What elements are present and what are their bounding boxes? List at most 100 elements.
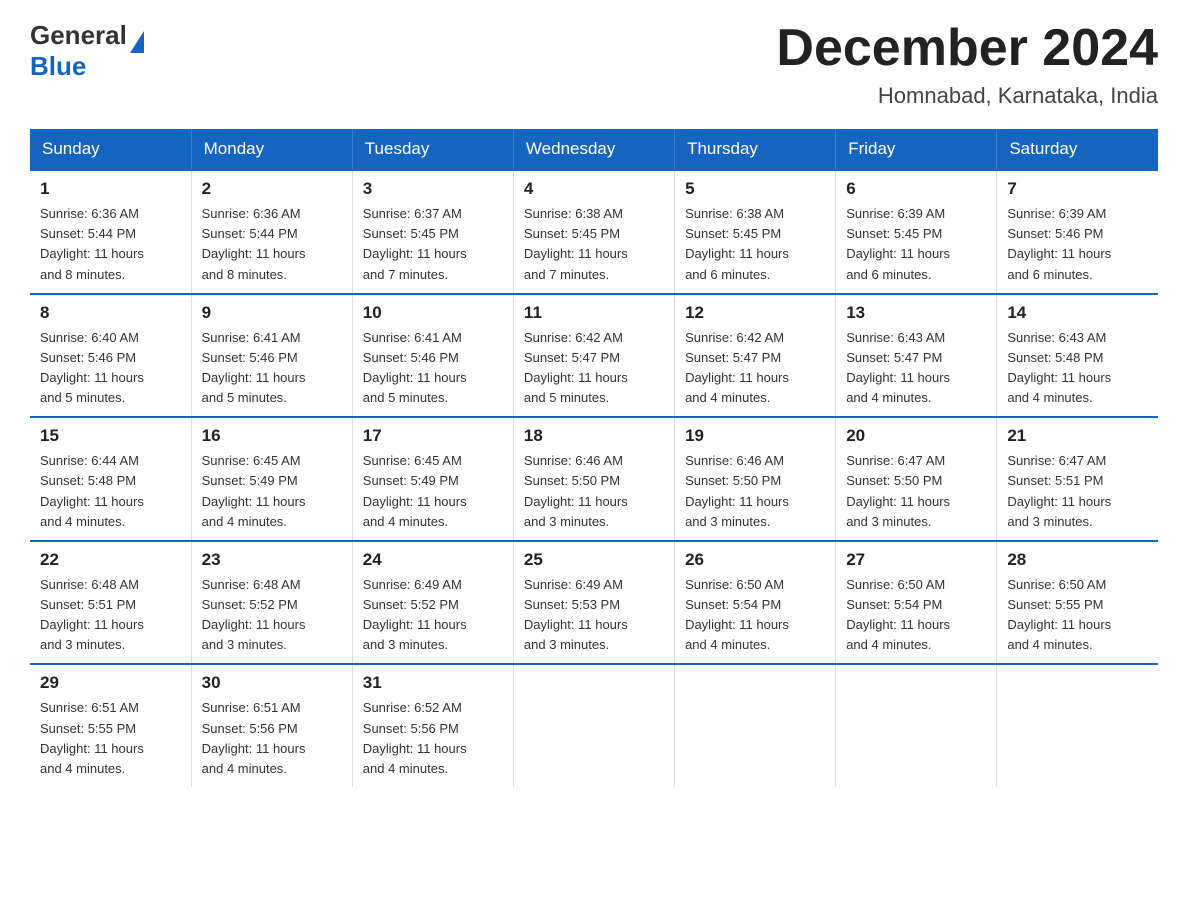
calendar-cell: 27 Sunrise: 6:50 AM Sunset: 5:54 PM Dayl… [836, 541, 997, 665]
day-info: Sunrise: 6:49 AM Sunset: 5:52 PM Dayligh… [363, 575, 503, 656]
calendar-cell: 30 Sunrise: 6:51 AM Sunset: 5:56 PM Dayl… [191, 664, 352, 787]
logo-blue-text: Blue [30, 51, 86, 82]
day-number: 10 [363, 303, 503, 323]
calendar-cell: 19 Sunrise: 6:46 AM Sunset: 5:50 PM Dayl… [675, 417, 836, 541]
day-info: Sunrise: 6:51 AM Sunset: 5:56 PM Dayligh… [202, 698, 342, 779]
day-number: 2 [202, 179, 342, 199]
week-row-2: 8 Sunrise: 6:40 AM Sunset: 5:46 PM Dayli… [30, 294, 1158, 418]
day-info: Sunrise: 6:46 AM Sunset: 5:50 PM Dayligh… [685, 451, 825, 532]
day-header-thursday: Thursday [675, 129, 836, 170]
calendar-cell [997, 664, 1158, 787]
calendar-title: December 2024 [776, 20, 1158, 77]
day-header-friday: Friday [836, 129, 997, 170]
day-info: Sunrise: 6:44 AM Sunset: 5:48 PM Dayligh… [40, 451, 181, 532]
day-info: Sunrise: 6:39 AM Sunset: 5:45 PM Dayligh… [846, 204, 986, 285]
title-section: December 2024 Homnabad, Karnataka, India [776, 20, 1158, 109]
day-header-monday: Monday [191, 129, 352, 170]
day-info: Sunrise: 6:37 AM Sunset: 5:45 PM Dayligh… [363, 204, 503, 285]
day-number: 31 [363, 673, 503, 693]
calendar-cell: 20 Sunrise: 6:47 AM Sunset: 5:50 PM Dayl… [836, 417, 997, 541]
day-info: Sunrise: 6:50 AM Sunset: 5:54 PM Dayligh… [846, 575, 986, 656]
calendar-cell: 12 Sunrise: 6:42 AM Sunset: 5:47 PM Dayl… [675, 294, 836, 418]
day-number: 18 [524, 426, 664, 446]
day-number: 11 [524, 303, 664, 323]
calendar-cell [836, 664, 997, 787]
day-header-sunday: Sunday [30, 129, 191, 170]
day-number: 23 [202, 550, 342, 570]
calendar-cell: 15 Sunrise: 6:44 AM Sunset: 5:48 PM Dayl… [30, 417, 191, 541]
day-info: Sunrise: 6:46 AM Sunset: 5:50 PM Dayligh… [524, 451, 664, 532]
week-row-4: 22 Sunrise: 6:48 AM Sunset: 5:51 PM Dayl… [30, 541, 1158, 665]
calendar-cell: 5 Sunrise: 6:38 AM Sunset: 5:45 PM Dayli… [675, 170, 836, 294]
day-number: 30 [202, 673, 342, 693]
day-number: 22 [40, 550, 181, 570]
week-row-3: 15 Sunrise: 6:44 AM Sunset: 5:48 PM Dayl… [30, 417, 1158, 541]
day-number: 3 [363, 179, 503, 199]
calendar-table: SundayMondayTuesdayWednesdayThursdayFrid… [30, 129, 1158, 787]
day-number: 1 [40, 179, 181, 199]
calendar-cell: 31 Sunrise: 6:52 AM Sunset: 5:56 PM Dayl… [352, 664, 513, 787]
day-info: Sunrise: 6:48 AM Sunset: 5:51 PM Dayligh… [40, 575, 181, 656]
day-info: Sunrise: 6:42 AM Sunset: 5:47 PM Dayligh… [685, 328, 825, 409]
calendar-cell: 6 Sunrise: 6:39 AM Sunset: 5:45 PM Dayli… [836, 170, 997, 294]
calendar-cell: 24 Sunrise: 6:49 AM Sunset: 5:52 PM Dayl… [352, 541, 513, 665]
day-info: Sunrise: 6:38 AM Sunset: 5:45 PM Dayligh… [685, 204, 825, 285]
day-header-wednesday: Wednesday [513, 129, 674, 170]
day-number: 6 [846, 179, 986, 199]
day-number: 12 [685, 303, 825, 323]
day-info: Sunrise: 6:43 AM Sunset: 5:48 PM Dayligh… [1007, 328, 1148, 409]
calendar-cell [513, 664, 674, 787]
page-header: General Blue December 2024 Homnabad, Kar… [30, 20, 1158, 109]
calendar-cell: 7 Sunrise: 6:39 AM Sunset: 5:46 PM Dayli… [997, 170, 1158, 294]
day-number: 5 [685, 179, 825, 199]
day-info: Sunrise: 6:40 AM Sunset: 5:46 PM Dayligh… [40, 328, 181, 409]
calendar-header-row: SundayMondayTuesdayWednesdayThursdayFrid… [30, 129, 1158, 170]
day-info: Sunrise: 6:41 AM Sunset: 5:46 PM Dayligh… [202, 328, 342, 409]
day-number: 8 [40, 303, 181, 323]
day-info: Sunrise: 6:36 AM Sunset: 5:44 PM Dayligh… [40, 204, 181, 285]
calendar-cell: 25 Sunrise: 6:49 AM Sunset: 5:53 PM Dayl… [513, 541, 674, 665]
week-row-1: 1 Sunrise: 6:36 AM Sunset: 5:44 PM Dayli… [30, 170, 1158, 294]
day-number: 27 [846, 550, 986, 570]
day-number: 14 [1007, 303, 1148, 323]
day-number: 19 [685, 426, 825, 446]
calendar-cell: 22 Sunrise: 6:48 AM Sunset: 5:51 PM Dayl… [30, 541, 191, 665]
day-number: 7 [1007, 179, 1148, 199]
logo: General Blue [30, 20, 144, 82]
calendar-cell [675, 664, 836, 787]
calendar-cell: 14 Sunrise: 6:43 AM Sunset: 5:48 PM Dayl… [997, 294, 1158, 418]
calendar-cell: 18 Sunrise: 6:46 AM Sunset: 5:50 PM Dayl… [513, 417, 674, 541]
calendar-cell: 1 Sunrise: 6:36 AM Sunset: 5:44 PM Dayli… [30, 170, 191, 294]
day-info: Sunrise: 6:47 AM Sunset: 5:51 PM Dayligh… [1007, 451, 1148, 532]
day-header-saturday: Saturday [997, 129, 1158, 170]
calendar-cell: 28 Sunrise: 6:50 AM Sunset: 5:55 PM Dayl… [997, 541, 1158, 665]
calendar-cell: 29 Sunrise: 6:51 AM Sunset: 5:55 PM Dayl… [30, 664, 191, 787]
logo-general-text: General [30, 20, 127, 51]
calendar-cell: 10 Sunrise: 6:41 AM Sunset: 5:46 PM Dayl… [352, 294, 513, 418]
day-info: Sunrise: 6:36 AM Sunset: 5:44 PM Dayligh… [202, 204, 342, 285]
day-number: 24 [363, 550, 503, 570]
day-number: 28 [1007, 550, 1148, 570]
day-info: Sunrise: 6:48 AM Sunset: 5:52 PM Dayligh… [202, 575, 342, 656]
calendar-cell: 3 Sunrise: 6:37 AM Sunset: 5:45 PM Dayli… [352, 170, 513, 294]
day-number: 13 [846, 303, 986, 323]
day-info: Sunrise: 6:42 AM Sunset: 5:47 PM Dayligh… [524, 328, 664, 409]
day-number: 9 [202, 303, 342, 323]
day-number: 26 [685, 550, 825, 570]
day-info: Sunrise: 6:43 AM Sunset: 5:47 PM Dayligh… [846, 328, 986, 409]
logo-triangle-icon [130, 31, 144, 53]
day-number: 15 [40, 426, 181, 446]
calendar-cell: 13 Sunrise: 6:43 AM Sunset: 5:47 PM Dayl… [836, 294, 997, 418]
calendar-cell: 2 Sunrise: 6:36 AM Sunset: 5:44 PM Dayli… [191, 170, 352, 294]
day-info: Sunrise: 6:51 AM Sunset: 5:55 PM Dayligh… [40, 698, 181, 779]
day-info: Sunrise: 6:45 AM Sunset: 5:49 PM Dayligh… [363, 451, 503, 532]
day-info: Sunrise: 6:41 AM Sunset: 5:46 PM Dayligh… [363, 328, 503, 409]
calendar-cell: 23 Sunrise: 6:48 AM Sunset: 5:52 PM Dayl… [191, 541, 352, 665]
calendar-cell: 26 Sunrise: 6:50 AM Sunset: 5:54 PM Dayl… [675, 541, 836, 665]
day-number: 21 [1007, 426, 1148, 446]
day-info: Sunrise: 6:47 AM Sunset: 5:50 PM Dayligh… [846, 451, 986, 532]
day-number: 17 [363, 426, 503, 446]
day-header-tuesday: Tuesday [352, 129, 513, 170]
calendar-cell: 4 Sunrise: 6:38 AM Sunset: 5:45 PM Dayli… [513, 170, 674, 294]
day-number: 4 [524, 179, 664, 199]
